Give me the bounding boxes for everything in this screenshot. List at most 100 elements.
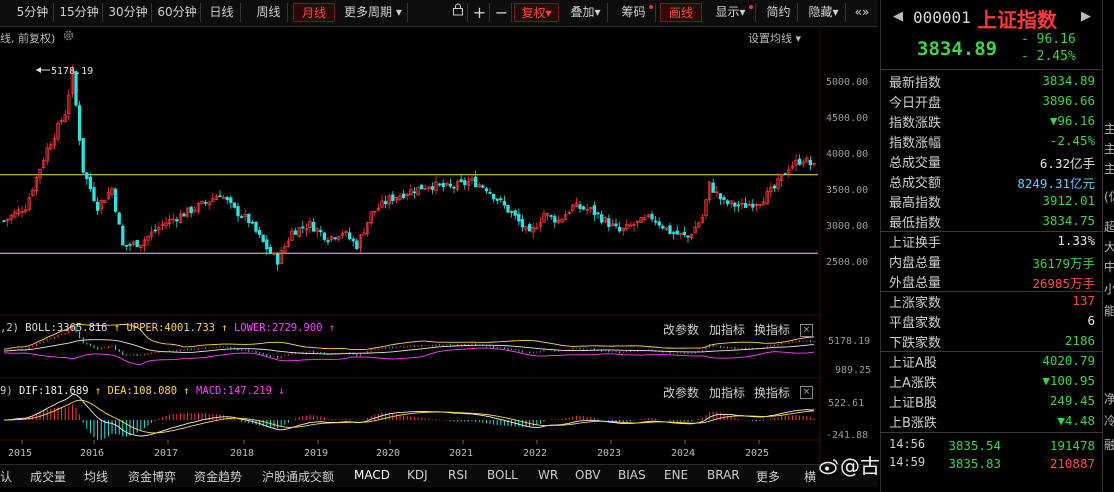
candle-body <box>578 204 582 209</box>
simple-button[interactable]: 简约 <box>760 3 798 22</box>
candle-body <box>686 235 690 238</box>
tab-8[interactable]: RSI <box>448 468 468 482</box>
candle-body <box>725 200 730 205</box>
tab-4[interactable]: 资金趋势 <box>194 468 242 485</box>
close-icon[interactable]: × <box>800 386 813 399</box>
candle-body <box>509 211 514 213</box>
tab-2[interactable]: 均线 <box>84 468 108 485</box>
lock-icon[interactable] <box>448 3 468 22</box>
stock-code: 000001 <box>913 8 971 27</box>
next-icon[interactable]: ▶ <box>1081 9 1091 24</box>
adjust-button[interactable]: 复权▾ <box>514 3 559 22</box>
candle-body <box>85 172 89 180</box>
period-15min[interactable]: 15分钟 <box>56 3 103 22</box>
edge-label: 融 <box>1104 436 1114 453</box>
tab-11[interactable]: OBV <box>575 468 601 482</box>
period-month[interactable]: 月线 <box>293 3 335 22</box>
tab-3[interactable]: 资金博弈 <box>128 468 176 485</box>
candle-body <box>391 194 395 201</box>
hide-button[interactable]: 隐藏▾ <box>802 3 846 22</box>
candle-body <box>322 232 327 240</box>
macd-switch-indicator[interactable]: 换指标 <box>754 384 790 401</box>
tab-1[interactable]: 成交量 <box>30 468 66 485</box>
quote-label: 外盘总量 <box>889 276 942 291</box>
tick-cell: 3835.83 <box>948 456 1001 471</box>
candle-body <box>430 186 435 190</box>
boll-switch-indicator[interactable]: 换指标 <box>754 321 790 338</box>
candle-body <box>128 244 132 246</box>
period-week[interactable]: 周线 <box>250 3 288 22</box>
tick-row: 14:59 3835.83 210887 <box>881 454 1103 474</box>
price-axis-label: 2500.00 <box>826 257 869 268</box>
edge-label: 主 <box>1104 160 1114 177</box>
close-icon[interactable]: × <box>800 324 813 337</box>
candle-body <box>2 220 6 222</box>
candle-body <box>153 229 157 232</box>
collapse-icon[interactable]: «» <box>850 3 874 22</box>
quote-value: 36179万手 <box>1032 256 1095 271</box>
tick-cell: 14:56 <box>889 437 926 451</box>
tab-5[interactable]: 沪股通成交额 <box>262 468 334 485</box>
candle-body <box>653 220 658 223</box>
candle-body <box>124 244 129 247</box>
quote-label: 内盘总量 <box>889 256 942 271</box>
minus-icon[interactable]: − <box>492 3 512 22</box>
quote-label: 上证A股 <box>889 356 937 371</box>
candle-body <box>77 105 82 141</box>
candle-body <box>257 229 262 235</box>
period-5min[interactable]: 5分钟 <box>12 3 54 22</box>
candle-body <box>491 193 496 200</box>
candle-body <box>92 187 96 201</box>
period-60min[interactable]: 60分钟 <box>154 3 201 22</box>
boll-mid-line <box>3 339 815 355</box>
year-label: 2024 <box>671 448 696 459</box>
candle-body <box>617 226 622 232</box>
period-30min[interactable]: 30分钟 <box>105 3 152 22</box>
candle-body <box>81 138 85 173</box>
candle-body <box>401 193 406 199</box>
year-label: 2016 <box>80 448 105 459</box>
overlay-button[interactable]: 叠加▾ <box>564 3 608 22</box>
tab-13[interactable]: ENE <box>664 468 688 482</box>
quote-value: 6 <box>1087 313 1095 328</box>
candle-body <box>261 234 265 243</box>
candle-body <box>239 216 244 218</box>
price-axis-label: 4000.00 <box>826 149 869 160</box>
display-button[interactable]: 显示▾ <box>706 3 756 22</box>
quote-row: 指数涨跌 ▼96.16 <box>881 111 1103 131</box>
tab-12[interactable]: BIAS <box>618 468 646 482</box>
candle-body <box>448 183 453 187</box>
quote-row: 上涨家数 137 <box>881 291 1103 311</box>
prev-icon[interactable]: ◀ <box>893 9 903 24</box>
tab-6[interactable]: MACD <box>354 468 390 482</box>
tab-0[interactable]: 认 <box>0 468 12 485</box>
tab-14[interactable]: BRAR <box>707 468 740 482</box>
candle-body <box>722 197 726 200</box>
tab-10[interactable]: WR <box>538 468 558 482</box>
tab-7[interactable]: KDJ <box>407 468 428 482</box>
candle-body <box>743 202 748 208</box>
quote-label: 最高指数 <box>889 196 942 211</box>
boll-axis-bottom: 989.25 <box>835 365 872 376</box>
plus-icon[interactable]: + <box>470 3 490 22</box>
macd-add-indicator[interactable]: 加指标 <box>709 384 745 401</box>
candle-body <box>232 202 237 208</box>
candle-body <box>682 231 687 236</box>
boll-change-params[interactable]: 改参数 <box>663 321 699 338</box>
macd-axis-top: 522.61 <box>828 398 865 409</box>
year-label: 2018 <box>230 448 255 459</box>
candle-body <box>218 195 222 198</box>
chips-button[interactable]: 筹码 <box>612 3 656 22</box>
more-periods-dropdown[interactable]: 更多周期 ▾ <box>340 3 408 22</box>
quote-label: 最低指数 <box>889 216 942 231</box>
quote-label: 上A涨跌 <box>889 376 937 391</box>
boll-header: ,2) BOLL:3365.816 ↑ UPPER:4001.733 ↑ LOW… <box>0 322 336 334</box>
quote-value: 8249.31亿元 <box>1017 176 1095 191</box>
tab-16[interactable]: 横 <box>804 468 816 485</box>
drawing-button[interactable]: 画线 <box>660 3 702 22</box>
tab-9[interactable]: BOLL <box>487 468 518 482</box>
tab-15[interactable]: 更多 <box>756 468 780 485</box>
boll-add-indicator[interactable]: 加指标 <box>709 321 745 338</box>
period-day[interactable]: 日线 <box>203 3 241 22</box>
macd-change-params[interactable]: 改参数 <box>663 384 699 401</box>
